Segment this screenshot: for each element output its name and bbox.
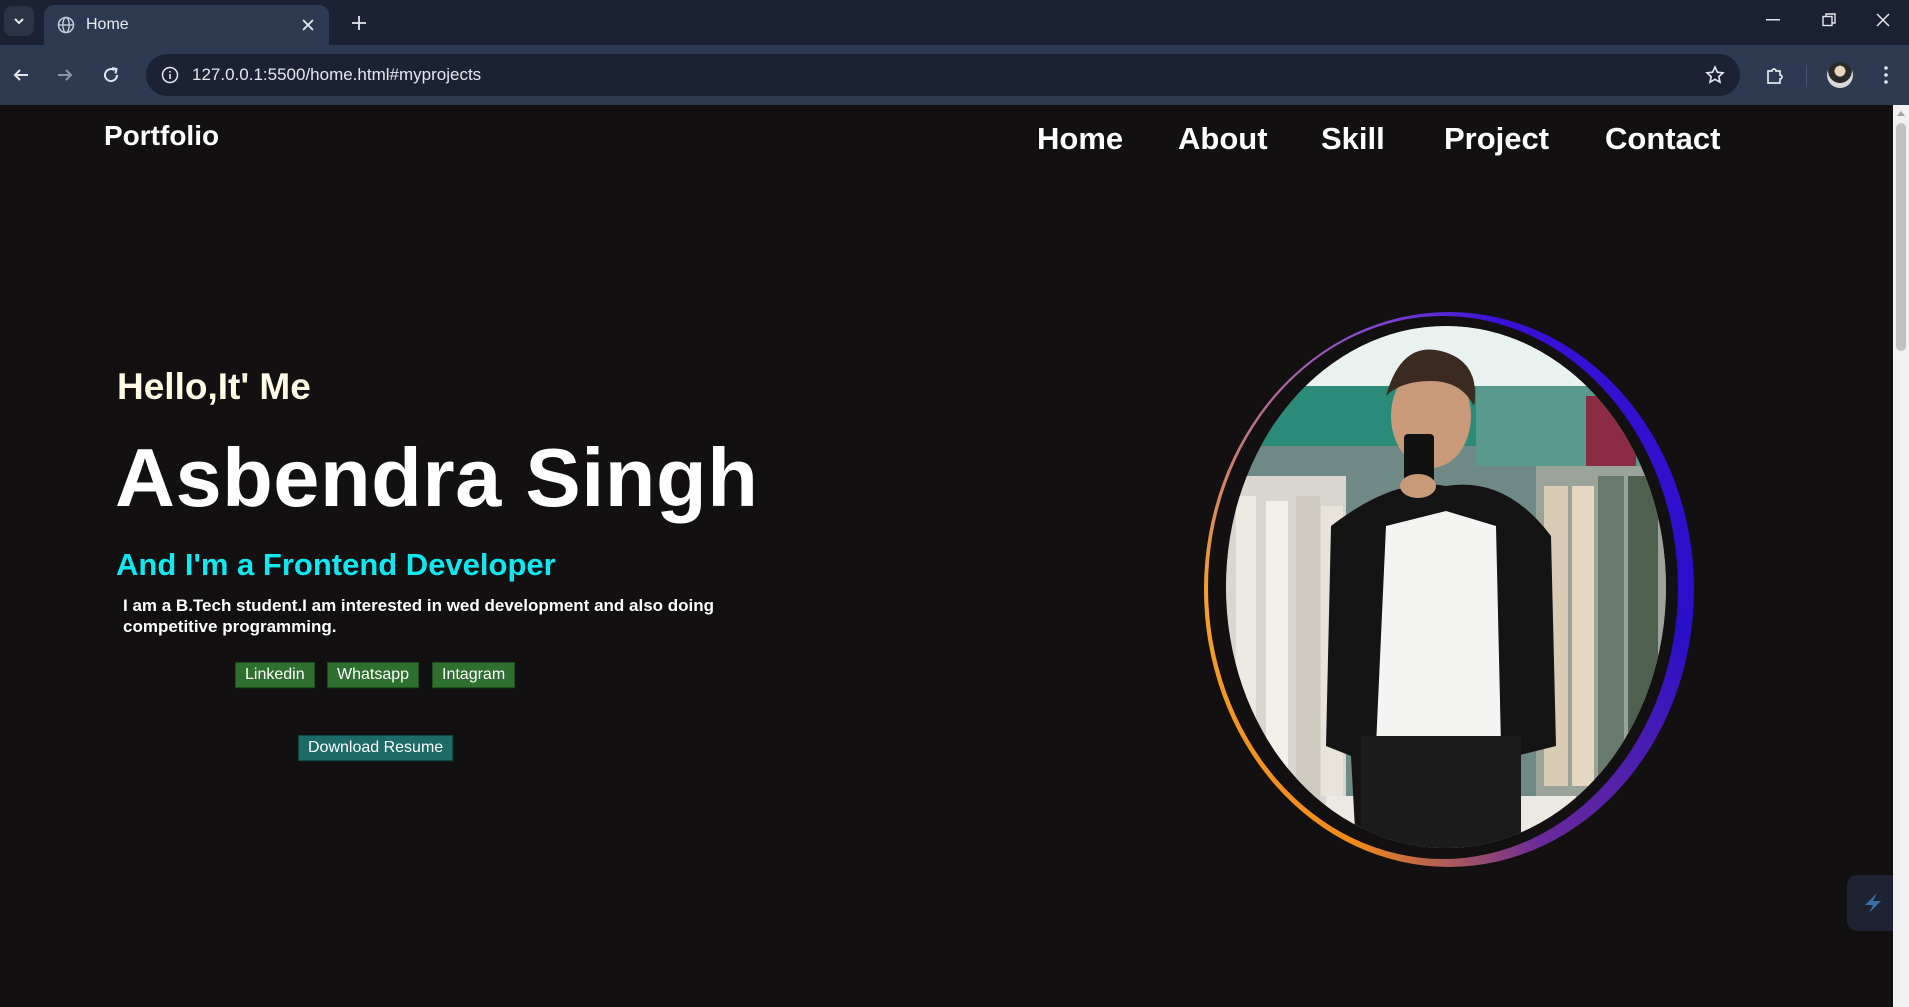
site-logo[interactable]: Portfolio	[104, 120, 219, 152]
extensions-icon[interactable]	[1760, 60, 1790, 90]
portfolio-page: Portfolio Home About Skill Project Conta…	[0, 105, 1899, 1007]
kebab-menu-icon[interactable]	[1874, 61, 1898, 89]
page-scrollbar[interactable]	[1893, 105, 1909, 1007]
browser-tab-bar: Home	[0, 0, 1909, 45]
nav-about[interactable]: About	[1178, 121, 1268, 157]
plus-icon[interactable]	[344, 8, 374, 38]
browser-toolbar: 127.0.0.1:5500/home.html#myprojects	[0, 45, 1909, 105]
globe-icon	[56, 15, 76, 35]
tab-title: Home	[86, 16, 129, 33]
whatsapp-button[interactable]: Whatsapp	[327, 662, 420, 688]
hero-bio: I am a B.Tech student.I am interested in…	[123, 596, 715, 636]
profile-avatar[interactable]	[1827, 62, 1853, 88]
reload-icon[interactable]	[96, 60, 126, 90]
info-icon[interactable]	[160, 65, 180, 85]
linkedin-button[interactable]: Linkedin	[235, 662, 315, 688]
minimize-icon[interactable]	[1745, 0, 1801, 40]
star-icon[interactable]	[1704, 64, 1726, 86]
scroll-up-arrow[interactable]	[1897, 111, 1905, 116]
address-bar[interactable]: 127.0.0.1:5500/home.html#myprojects	[146, 54, 1740, 96]
toolbar-divider	[1806, 65, 1807, 87]
hero-name: Asbendra Singh	[115, 431, 759, 524]
browser-tab[interactable]: Home	[44, 5, 329, 45]
profile-photo	[1226, 326, 1666, 848]
instagram-button[interactable]: Intagram	[432, 662, 516, 688]
restore-icon[interactable]	[1801, 0, 1857, 40]
tab-search-icon[interactable]	[4, 6, 34, 36]
hero-greeting: Hello,It' Me	[117, 366, 311, 407]
window-close-icon[interactable]	[1857, 0, 1909, 40]
url-text[interactable]: 127.0.0.1:5500/home.html#myprojects	[192, 65, 481, 85]
scroll-thumb[interactable]	[1896, 123, 1906, 351]
hero-role: And I'm a Frontend Developer	[116, 547, 556, 582]
nav-skill[interactable]: Skill	[1321, 121, 1385, 157]
close-icon[interactable]	[295, 12, 321, 38]
nav-contact[interactable]: Contact	[1605, 121, 1720, 157]
nav-project[interactable]: Project	[1444, 121, 1549, 157]
nav-home[interactable]: Home	[1037, 121, 1123, 157]
floating-action-icon[interactable]	[1847, 875, 1899, 931]
forward-arrow-icon[interactable]	[50, 60, 80, 90]
download-resume-button[interactable]: Download Resume	[298, 735, 454, 761]
back-arrow-icon[interactable]	[6, 60, 36, 90]
